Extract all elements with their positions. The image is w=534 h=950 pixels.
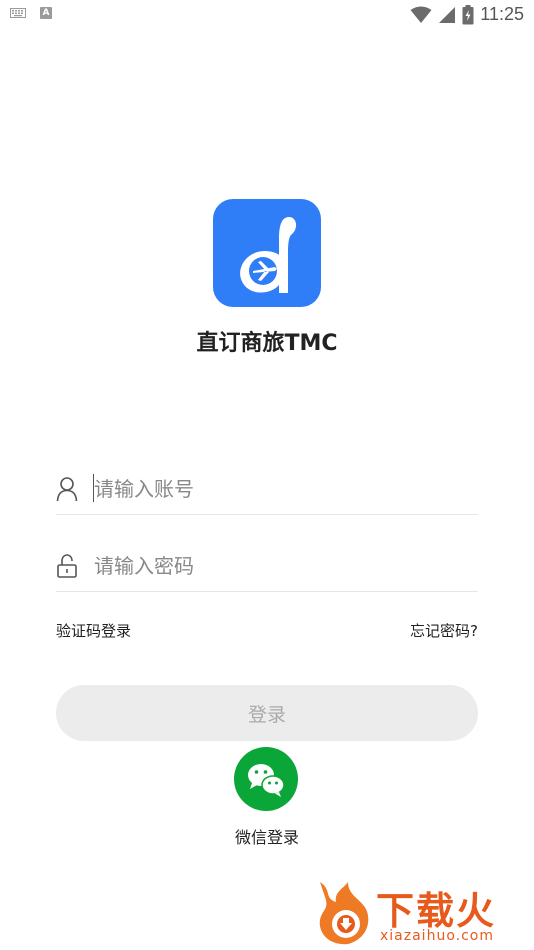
account-input[interactable] bbox=[94, 472, 474, 506]
forgot-password-link[interactable]: 忘记密码? bbox=[410, 620, 478, 641]
status-bar: A 11:25 bbox=[0, 0, 534, 28]
password-input[interactable] bbox=[94, 549, 474, 583]
account-field bbox=[56, 464, 478, 515]
wechat-icon bbox=[248, 764, 285, 797]
app-logo bbox=[213, 199, 321, 307]
sms-login-link[interactable]: 验证码登录 bbox=[56, 620, 131, 641]
app-logo-icon bbox=[240, 217, 297, 293]
app-name: 直订商旅TMC bbox=[196, 331, 338, 356]
keyboard-icon bbox=[10, 8, 26, 18]
a-icon: A bbox=[40, 7, 52, 19]
user-icon bbox=[56, 477, 78, 502]
flame-logo-icon bbox=[319, 882, 369, 945]
login-button[interactable]: 登录 bbox=[56, 685, 478, 741]
watermark-subtext: xiazaihuo.com bbox=[380, 928, 494, 944]
status-time: 11:25 bbox=[480, 4, 524, 24]
battery-icon bbox=[462, 4, 474, 24]
lock-icon bbox=[57, 554, 77, 578]
wechat-login-button[interactable] bbox=[234, 747, 298, 811]
watermark-text: 下载火 bbox=[376, 889, 497, 933]
wifi-icon bbox=[410, 6, 432, 23]
password-field bbox=[56, 541, 478, 592]
watermark: 下载火 xiazaihuo.com bbox=[314, 880, 529, 946]
wechat-login-label: 微信登录 bbox=[234, 828, 299, 847]
signal-icon bbox=[439, 6, 456, 23]
